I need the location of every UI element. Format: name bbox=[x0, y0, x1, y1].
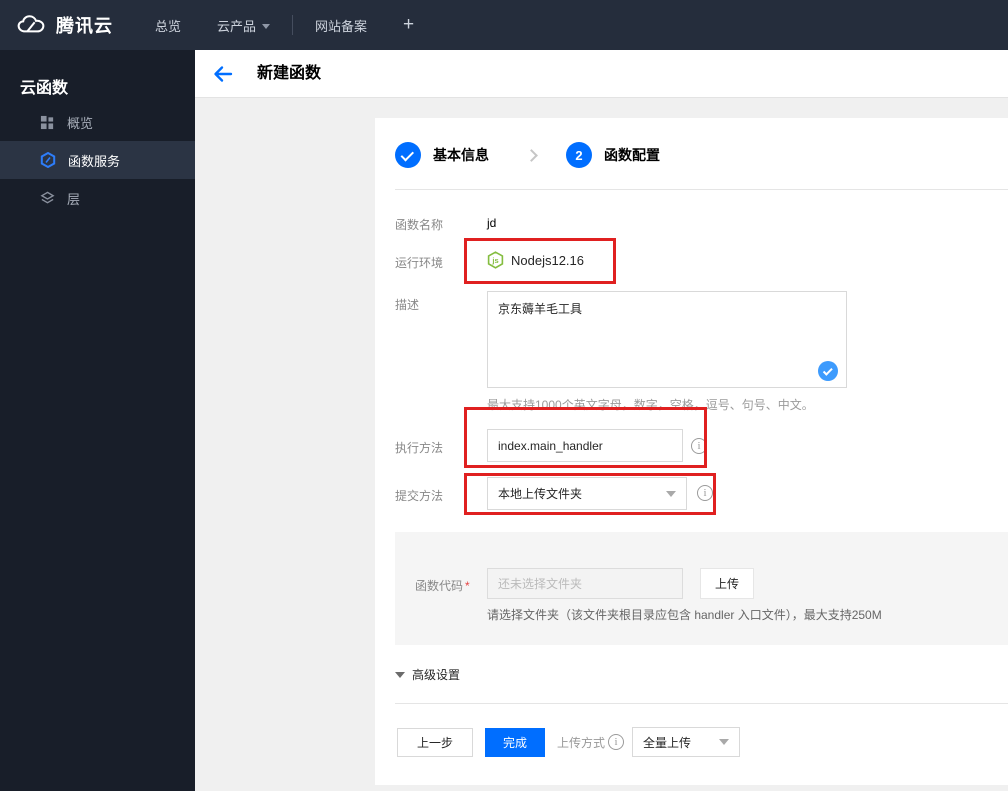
chevron-down-icon bbox=[262, 23, 271, 29]
description-textarea[interactable]: 京东薅羊毛工具 bbox=[487, 291, 847, 388]
submit-method-select[interactable]: 本地上传文件夹 bbox=[487, 477, 687, 510]
sidebar: 云函数 概览 函数服务 层 bbox=[0, 50, 195, 791]
function-name-label: 函数名称 bbox=[395, 218, 444, 232]
divider bbox=[395, 189, 1008, 190]
brand-name: 腾讯云 bbox=[56, 16, 113, 36]
function-code-hint: 请选择文件夹（该文件夹根目录应包含 handler 入口文件），最大支持250M bbox=[487, 608, 882, 622]
topbar: 腾讯云 总览 云产品 网站备案 + bbox=[0, 0, 1008, 50]
function-code-section: 函数代码* 上传 请选择文件夹（该文件夹根目录应包含 handler 入口文件）… bbox=[395, 532, 1008, 645]
function-code-label: 函数代码 * bbox=[415, 579, 470, 593]
hexagon-function-icon bbox=[40, 152, 56, 168]
chevron-down-icon bbox=[666, 490, 676, 497]
required-asterisk: * bbox=[465, 579, 470, 593]
submit-method-info-icon[interactable] bbox=[697, 485, 713, 501]
chevron-down-icon bbox=[719, 739, 730, 745]
handler-input[interactable] bbox=[487, 429, 683, 462]
create-function-card: 基本信息 2 函数配置 函数名称 jd 运行环境 js Nodejs12.16 bbox=[375, 118, 1008, 785]
step-separator-chevron-icon bbox=[525, 148, 538, 162]
step1-label: 基本信息 bbox=[433, 147, 489, 163]
triangle-down-icon bbox=[395, 671, 405, 678]
sidebar-item-layers[interactable]: 层 bbox=[0, 179, 195, 217]
submit-method-label: 提交方法 bbox=[395, 489, 444, 503]
grid-icon bbox=[40, 115, 55, 130]
handler-info-icon[interactable] bbox=[691, 438, 707, 454]
previous-step-button[interactable]: 上一步 bbox=[397, 727, 473, 757]
nodejs-icon: js bbox=[487, 251, 504, 269]
step2-label: 函数配置 bbox=[604, 147, 660, 163]
advanced-settings-toggle[interactable]: 高级设置 bbox=[395, 666, 460, 683]
upload-mode-info-icon[interactable] bbox=[608, 734, 625, 750]
nav-overview[interactable]: 总览 bbox=[155, 16, 181, 35]
back-arrow-icon[interactable] bbox=[213, 65, 233, 83]
tencent-cloud-logo-icon bbox=[16, 14, 46, 36]
nav-website-beian[interactable]: 网站备案 bbox=[315, 16, 367, 35]
folder-path-input[interactable] bbox=[487, 568, 683, 599]
sidebar-title: 云函数 bbox=[20, 80, 69, 97]
step2-number: 2 bbox=[566, 142, 592, 168]
content-area: 基本信息 2 函数配置 函数名称 jd 运行环境 js Nodejs12.16 bbox=[195, 98, 1008, 791]
step1-done-check-icon bbox=[395, 142, 421, 168]
sidebar-item-overview[interactable]: 概览 bbox=[0, 103, 195, 141]
brand-home-link[interactable]: 腾讯云 bbox=[0, 12, 130, 38]
advanced-settings-label: 高级设置 bbox=[412, 668, 461, 682]
upload-mode-value: 全量上传 bbox=[643, 735, 692, 750]
page-title: 新建函数 bbox=[257, 65, 322, 82]
submit-method-value: 本地上传文件夹 bbox=[498, 487, 583, 501]
valid-check-icon bbox=[818, 361, 838, 381]
form-footer: 上一步 完成 上传方式 全量上传 bbox=[397, 727, 741, 757]
svg-text:js: js bbox=[491, 256, 498, 265]
tencent-cloud-console: 腾讯云 总览 云产品 网站备案 + 云函数 概览 函数服务 层 新建函数 基本信… bbox=[0, 0, 1008, 791]
divider bbox=[395, 703, 1008, 704]
runtime-value: js Nodejs12.16 bbox=[487, 251, 584, 269]
runtime-label: 运行环境 bbox=[395, 256, 444, 270]
sidebar-item-function-service[interactable]: 函数服务 bbox=[0, 141, 195, 179]
description-hint: 最大支持1000个英文字母，数字，空格，逗号、句号、中文。 bbox=[487, 398, 814, 412]
add-nav-tab-button[interactable]: + bbox=[403, 14, 414, 36]
upload-mode-label: 上传方式 bbox=[557, 735, 606, 750]
upload-button[interactable]: 上传 bbox=[700, 568, 754, 599]
nav-products[interactable]: 云产品 bbox=[217, 16, 271, 35]
page-header: 新建函数 bbox=[195, 50, 1008, 98]
layers-icon bbox=[40, 191, 55, 206]
handler-label: 执行方法 bbox=[395, 441, 444, 455]
description-label: 描述 bbox=[395, 298, 420, 312]
function-name-value: jd bbox=[487, 216, 497, 230]
sidebar-menu: 概览 函数服务 层 bbox=[0, 103, 195, 217]
nav-divider bbox=[292, 15, 294, 35]
top-navigation: 总览 云产品 网站备案 + bbox=[155, 14, 414, 36]
upload-mode: 上传方式 bbox=[557, 734, 625, 751]
upload-mode-select[interactable]: 全量上传 bbox=[632, 727, 741, 757]
finish-button[interactable]: 完成 bbox=[485, 727, 545, 757]
step-indicator: 基本信息 2 函数配置 bbox=[395, 142, 660, 168]
